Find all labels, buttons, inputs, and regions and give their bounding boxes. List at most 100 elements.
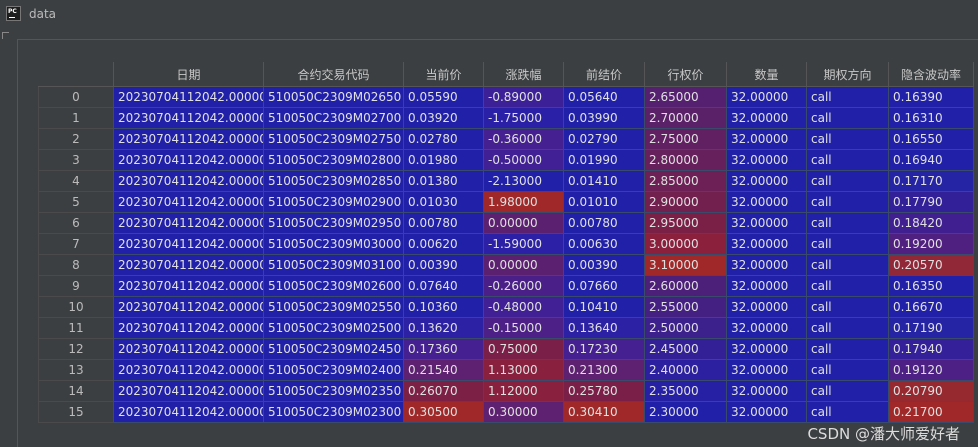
prev-settle-cell[interactable]: 0.05640 [563, 86, 645, 108]
row-index-cell[interactable]: 13 [38, 359, 114, 381]
current-price-cell[interactable]: 0.17360 [403, 338, 484, 360]
option-direction-cell[interactable]: call [806, 338, 889, 360]
current-price-cell[interactable]: 0.00780 [403, 212, 484, 234]
option-direction-cell[interactable]: call [806, 380, 889, 402]
table-row[interactable]: 10 20230704112042.00000 510050C2309M02550 0… [38, 296, 974, 318]
date-cell[interactable]: 20230704112042.00000 [113, 359, 264, 381]
current-price-cell[interactable]: 0.03920 [403, 107, 484, 129]
date-cell[interactable]: 20230704112042.00000 [113, 86, 264, 108]
table-row[interactable]: 15 20230704112042.00000 510050C2309M02300 0… [38, 401, 974, 423]
strike-cell[interactable]: 2.70000 [644, 107, 727, 129]
change-cell[interactable]: 0.75000 [483, 338, 564, 360]
option-direction-cell[interactable]: call [806, 275, 889, 297]
table-row[interactable]: 0 20230704112042.00000 510050C2309M02650 0.… [38, 86, 974, 108]
current-price-cell[interactable]: 0.01030 [403, 191, 484, 213]
current-price-cell[interactable]: 0.30500 [403, 401, 484, 423]
strike-cell[interactable]: 2.75000 [644, 128, 727, 150]
change-cell[interactable]: -2.13000 [483, 170, 564, 192]
strike-cell[interactable]: 2.60000 [644, 275, 727, 297]
strike-cell[interactable]: 2.30000 [644, 401, 727, 423]
implied-volatility-cell[interactable]: 0.16310 [888, 107, 974, 129]
strike-cell[interactable]: 2.65000 [644, 86, 727, 108]
implied-volatility-cell[interactable]: 0.20790 [888, 380, 974, 402]
date-cell[interactable]: 20230704112042.00000 [113, 275, 264, 297]
implied-volatility-cell[interactable]: 0.16350 [888, 275, 974, 297]
table-row[interactable]: 1 20230704112042.00000 510050C2309M02700 0.… [38, 107, 974, 129]
prev-settle-cell[interactable]: 0.10410 [563, 296, 645, 318]
prev-settle-cell[interactable]: 0.13640 [563, 317, 645, 339]
quantity-cell[interactable]: 32.00000 [726, 380, 807, 402]
option-direction-cell[interactable]: call [806, 170, 889, 192]
quantity-cell[interactable]: 32.00000 [726, 296, 807, 318]
table-row[interactable]: 13 20230704112042.00000 510050C2309M02400 0… [38, 359, 974, 381]
contract-code-cell[interactable]: 510050C2309M02550 [263, 296, 404, 318]
strike-cell[interactable]: 3.00000 [644, 233, 727, 255]
implied-volatility-cell[interactable]: 0.17940 [888, 338, 974, 360]
contract-code-cell[interactable]: 510050C2309M02850 [263, 170, 404, 192]
option-direction-cell[interactable]: call [806, 233, 889, 255]
implied-volatility-cell[interactable]: 0.17790 [888, 191, 974, 213]
column-header-quantity[interactable]: 数量 [726, 62, 807, 87]
contract-code-cell[interactable]: 510050C2309M02400 [263, 359, 404, 381]
date-cell[interactable]: 20230704112042.00000 [113, 128, 264, 150]
row-index-cell[interactable]: 10 [38, 296, 114, 318]
row-index-cell[interactable]: 5 [38, 191, 114, 213]
option-direction-cell[interactable]: call [806, 317, 889, 339]
quantity-cell[interactable]: 32.00000 [726, 317, 807, 339]
contract-code-cell[interactable]: 510050C2309M02750 [263, 128, 404, 150]
contract-code-cell[interactable]: 510050C2309M03000 [263, 233, 404, 255]
column-header-implied-volatility[interactable]: 隐含波动率 [888, 62, 974, 87]
option-direction-cell[interactable]: call [806, 128, 889, 150]
table-row[interactable]: 14 20230704112042.00000 510050C2309M02350 0… [38, 380, 974, 402]
implied-volatility-cell[interactable]: 0.16390 [888, 86, 974, 108]
implied-volatility-cell[interactable]: 0.21700 [888, 401, 974, 423]
quantity-cell[interactable]: 32.00000 [726, 212, 807, 234]
contract-code-cell[interactable]: 510050C2309M02450 [263, 338, 404, 360]
column-header-current-price[interactable]: 当前价 [403, 62, 484, 87]
date-cell[interactable]: 20230704112042.00000 [113, 170, 264, 192]
date-cell[interactable]: 20230704112042.00000 [113, 401, 264, 423]
date-cell[interactable]: 20230704112042.00000 [113, 317, 264, 339]
strike-cell[interactable]: 2.95000 [644, 212, 727, 234]
change-cell[interactable]: -0.26000 [483, 275, 564, 297]
prev-settle-cell[interactable]: 0.00390 [563, 254, 645, 276]
option-direction-cell[interactable]: call [806, 86, 889, 108]
current-price-cell[interactable]: 0.00390 [403, 254, 484, 276]
column-header-change[interactable]: 涨跌幅 [483, 62, 564, 87]
table-row[interactable]: 9 20230704112042.00000 510050C2309M02600 0.… [38, 275, 974, 297]
option-direction-cell[interactable]: call [806, 107, 889, 129]
date-cell[interactable]: 20230704112042.00000 [113, 212, 264, 234]
row-index-cell[interactable]: 6 [38, 212, 114, 234]
prev-settle-cell[interactable]: 0.03990 [563, 107, 645, 129]
prev-settle-cell[interactable]: 0.30410 [563, 401, 645, 423]
option-direction-cell[interactable]: call [806, 254, 889, 276]
prev-settle-cell[interactable]: 0.17230 [563, 338, 645, 360]
prev-settle-cell[interactable]: 0.01010 [563, 191, 645, 213]
table-row[interactable]: 6 20230704112042.00000 510050C2309M02950 0.… [38, 212, 974, 234]
row-index-cell[interactable]: 15 [38, 401, 114, 423]
contract-code-cell[interactable]: 510050C2309M02300 [263, 401, 404, 423]
row-index-cell[interactable]: 12 [38, 338, 114, 360]
contract-code-cell[interactable]: 510050C2309M02800 [263, 149, 404, 171]
current-price-cell[interactable]: 0.00620 [403, 233, 484, 255]
current-price-cell[interactable]: 0.07640 [403, 275, 484, 297]
prev-settle-cell[interactable]: 0.01410 [563, 170, 645, 192]
contract-code-cell[interactable]: 510050C2309M03100 [263, 254, 404, 276]
implied-volatility-cell[interactable]: 0.18420 [888, 212, 974, 234]
date-cell[interactable]: 20230704112042.00000 [113, 254, 264, 276]
row-index-cell[interactable]: 4 [38, 170, 114, 192]
strike-cell[interactable]: 2.50000 [644, 317, 727, 339]
table-row[interactable]: 8 20230704112042.00000 510050C2309M03100 0.… [38, 254, 974, 276]
row-index-cell[interactable]: 11 [38, 317, 114, 339]
date-cell[interactable]: 20230704112042.00000 [113, 380, 264, 402]
table-row[interactable]: 7 20230704112042.00000 510050C2309M03000 0.… [38, 233, 974, 255]
change-cell[interactable]: 1.12000 [483, 380, 564, 402]
row-index-cell[interactable]: 0 [38, 86, 114, 108]
change-cell[interactable]: -0.48000 [483, 296, 564, 318]
contract-code-cell[interactable]: 510050C2309M02350 [263, 380, 404, 402]
option-direction-cell[interactable]: call [806, 212, 889, 234]
row-index-cell[interactable]: 9 [38, 275, 114, 297]
current-price-cell[interactable]: 0.21540 [403, 359, 484, 381]
quantity-cell[interactable]: 32.00000 [726, 338, 807, 360]
strike-cell[interactable]: 2.90000 [644, 191, 727, 213]
